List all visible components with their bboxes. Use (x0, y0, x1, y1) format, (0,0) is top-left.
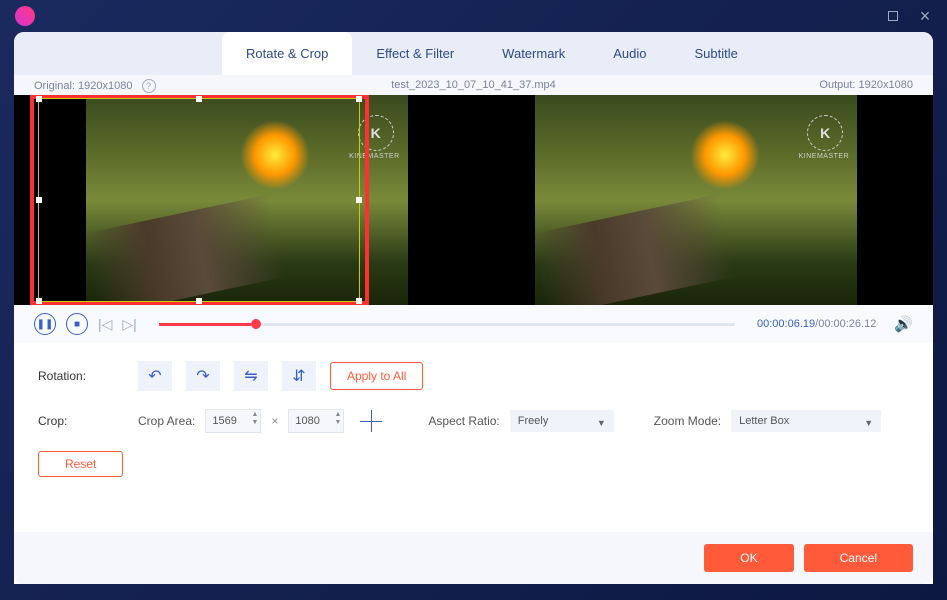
crop-handle[interactable] (196, 298, 202, 304)
flip-vertical-button[interactable]: ⇵ (282, 361, 316, 391)
original-resolution: 1920x1080 (78, 80, 132, 92)
tab-rotate-crop[interactable]: Rotate & Crop (222, 32, 352, 75)
filename: test_2023_10_07_10_41_37.mp4 (391, 79, 556, 91)
stepper-down-icon[interactable]: ▼ (251, 419, 258, 427)
apply-to-all-button[interactable]: Apply to All (330, 362, 423, 390)
tab-subtitle[interactable]: Subtitle (671, 32, 762, 75)
tab-effect-filter[interactable]: Effect & Filter (352, 32, 478, 75)
crop-label: Crop: (38, 414, 138, 428)
crop-handle[interactable] (36, 298, 42, 304)
rotation-label: Rotation: (38, 369, 138, 383)
output-preview: K KINEMASTER (484, 95, 914, 305)
flip-horizontal-button[interactable]: ⇋ (234, 361, 268, 391)
help-icon[interactable]: ? (142, 79, 156, 93)
kinemaster-text: KINEMASTER (799, 153, 850, 160)
kinemaster-logo: K (807, 115, 843, 151)
crop-handle[interactable] (356, 298, 362, 304)
pause-button[interactable]: ❚❚ (34, 313, 56, 335)
stepper-down-icon[interactable]: ▼ (334, 419, 341, 427)
tab-watermark[interactable]: Watermark (478, 32, 589, 75)
tab-audio[interactable]: Audio (589, 32, 670, 75)
aspect-ratio-label: Aspect Ratio: (428, 414, 499, 428)
close-button[interactable]: × (918, 9, 932, 23)
aspect-ratio-select[interactable]: Freely (510, 410, 614, 432)
time-total: /00:00:26.12 (815, 318, 876, 330)
reset-button[interactable]: Reset (38, 451, 123, 477)
source-preview[interactable]: K KINEMASTER (34, 95, 464, 305)
rotate-left-button[interactable]: ↶ (138, 361, 172, 391)
crop-rect[interactable] (38, 98, 360, 302)
crop-handle[interactable] (196, 96, 202, 102)
multiply-icon: × (271, 414, 278, 428)
crop-area-label: Crop Area: (138, 414, 195, 428)
output-resolution: 1920x1080 (859, 79, 913, 91)
crop-handle[interactable] (36, 197, 42, 203)
time-current: 00:00:06.19 (757, 318, 815, 330)
zoom-mode-select[interactable]: Letter Box (731, 410, 881, 432)
crop-handle[interactable] (36, 96, 42, 102)
stepper-up-icon[interactable]: ▲ (251, 411, 258, 419)
crop-handle[interactable] (356, 96, 362, 102)
output-label: Output: (819, 79, 855, 91)
stop-button[interactable]: ■ (66, 313, 88, 335)
timeline-thumb[interactable] (251, 319, 261, 329)
crop-handle[interactable] (356, 197, 362, 203)
rotate-right-button[interactable]: ↷ (186, 361, 220, 391)
center-crosshair-button[interactable] (360, 410, 382, 432)
original-label: Original: (34, 80, 75, 92)
zoom-mode-label: Zoom Mode: (654, 414, 721, 428)
next-frame-button[interactable]: ▷| (122, 316, 136, 333)
prev-frame-button[interactable]: |◁ (98, 316, 112, 333)
timeline-slider[interactable] (159, 323, 735, 326)
ok-button[interactable]: OK (704, 544, 793, 572)
cancel-button[interactable]: Cancel (804, 544, 913, 572)
stepper-up-icon[interactable]: ▲ (334, 411, 341, 419)
maximize-button[interactable] (886, 9, 900, 23)
app-logo (15, 6, 35, 26)
volume-icon[interactable]: 🔊 (894, 315, 913, 333)
